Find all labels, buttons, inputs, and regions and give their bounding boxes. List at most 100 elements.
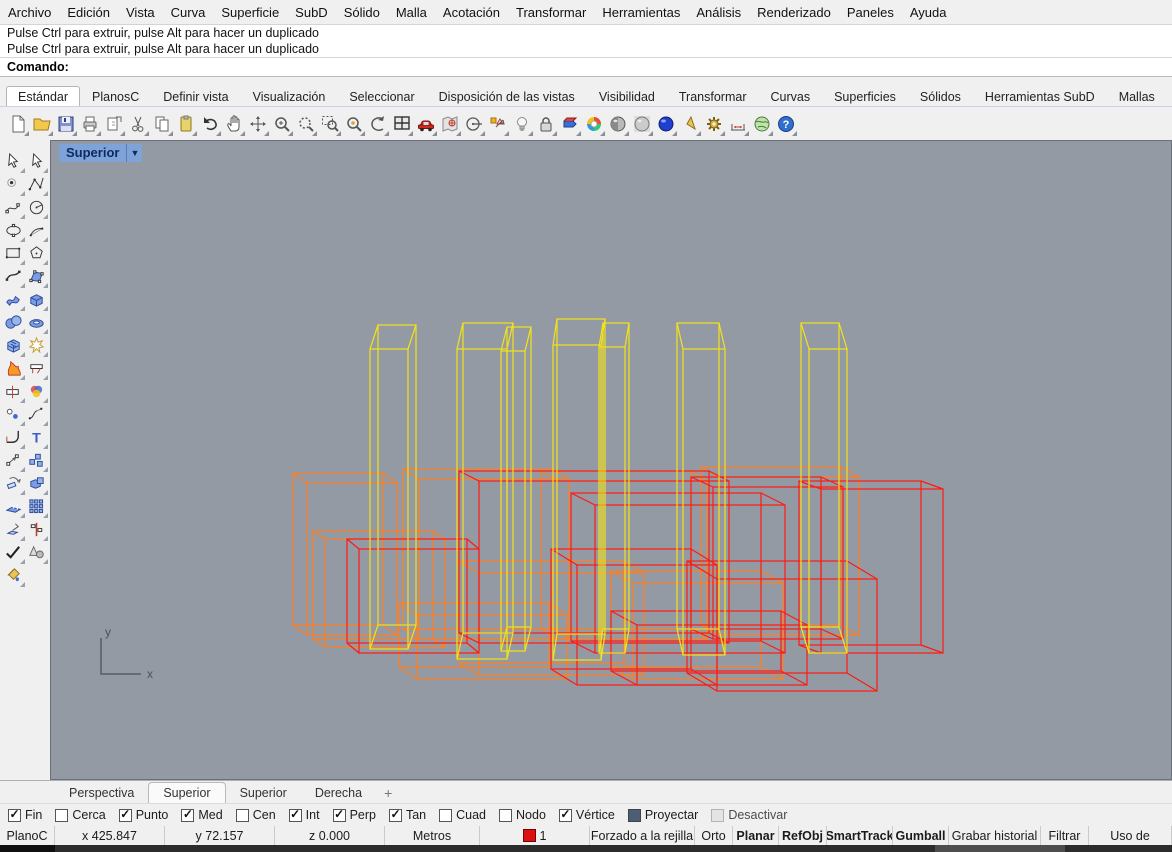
handle-curve-icon[interactable] — [2, 265, 25, 288]
osnap-desactivar[interactable]: Desactivar — [711, 808, 787, 822]
boolean-union-icon[interactable] — [25, 472, 48, 495]
bucket-icon[interactable] — [2, 564, 25, 587]
osnap-vertice[interactable]: Vértice — [558, 807, 615, 822]
zoom-selected-icon[interactable] — [342, 111, 366, 137]
command-prompt[interactable]: Comando: — [0, 58, 1172, 77]
color-wheel-icon[interactable] — [582, 111, 606, 137]
menu-solido[interactable]: Sólido — [336, 2, 388, 23]
osnap-nodo[interactable]: Nodo — [499, 808, 546, 822]
checkbox-icon[interactable] — [8, 807, 21, 822]
earth-icon[interactable] — [750, 111, 774, 137]
select-arrow-alt-icon[interactable] — [25, 150, 48, 173]
osnap-med[interactable]: Med — [181, 807, 223, 822]
tab-so-lidos[interactable]: Sólidos — [908, 86, 973, 106]
status-pane-1[interactable]: 1 — [480, 826, 590, 845]
status-pane-uso-de[interactable]: Uso de — [1089, 826, 1172, 845]
menu-malla[interactable]: Malla — [388, 2, 435, 23]
tab-herramientas-subd[interactable]: Herramientas SubD — [973, 86, 1107, 106]
curve-icon[interactable] — [2, 196, 25, 219]
distribute-tool-icon[interactable] — [25, 518, 48, 541]
srf-points-icon[interactable] — [25, 265, 48, 288]
tab-esta-ndar[interactable]: Estándar — [6, 86, 81, 106]
move-objects-icon[interactable] — [486, 111, 510, 137]
new-file-icon[interactable] — [6, 111, 30, 137]
blend-curve-icon[interactable] — [25, 403, 48, 426]
check-tool-icon[interactable] — [2, 541, 25, 564]
menu-subd[interactable]: SubD — [287, 2, 336, 23]
cut-icon[interactable] — [126, 111, 150, 137]
extrude-srf-icon[interactable] — [2, 495, 25, 518]
spheres-icon[interactable] — [2, 311, 25, 334]
checkbox-icon[interactable] — [118, 807, 132, 822]
fillet-curve-icon[interactable] — [2, 426, 25, 449]
tab-planosc[interactable]: PlanosC — [80, 86, 151, 106]
wireframe-box[interactable] — [458, 470, 730, 644]
pan-hand-icon[interactable] — [222, 111, 246, 137]
flame-icon[interactable] — [2, 357, 25, 380]
point-icon[interactable] — [2, 173, 25, 196]
dot-pair-icon[interactable] — [2, 403, 25, 426]
menu-renderizado[interactable]: Renderizado — [749, 2, 839, 23]
menu-transformar[interactable]: Transformar — [508, 2, 594, 23]
wireframe-box[interactable] — [398, 602, 568, 680]
status-pane-forzado-a-la-rejilla[interactable]: Forzado a la rejilla — [590, 826, 695, 845]
text-tool-icon[interactable]: T — [25, 426, 48, 449]
menu-ayuda[interactable]: Ayuda — [902, 2, 955, 23]
viewport-tab-perspectiva[interactable]: Perspectiva — [55, 783, 148, 803]
osnap-perp[interactable]: Perp — [332, 807, 376, 822]
checkbox-icon[interactable] — [181, 807, 195, 822]
osnap-punto[interactable]: Punto — [118, 807, 168, 822]
map-icon[interactable] — [438, 111, 462, 137]
checkbox-icon[interactable] — [711, 808, 725, 822]
patch-surface-icon[interactable] — [2, 288, 25, 311]
osnap-fin[interactable]: Fin — [8, 807, 42, 822]
wireframe-box[interactable] — [552, 318, 606, 661]
zoom-back-icon[interactable] — [366, 111, 390, 137]
move-points-icon[interactable] — [2, 449, 25, 472]
viewport-layout-icon[interactable] — [390, 111, 414, 137]
print-icon[interactable] — [78, 111, 102, 137]
menu-paneles[interactable]: Paneles — [839, 2, 902, 23]
menu-superficie[interactable]: Superficie — [213, 2, 287, 23]
rotate-tool-icon[interactable] — [2, 472, 25, 495]
paste-icon[interactable] — [174, 111, 198, 137]
copy-page-icon[interactable] — [102, 111, 126, 137]
osnap-int[interactable]: Int — [288, 807, 320, 822]
lamp-icon[interactable] — [510, 111, 534, 137]
zoom-in-icon[interactable] — [270, 111, 294, 137]
help-icon[interactable]: ? — [774, 111, 798, 137]
save-icon[interactable] — [54, 111, 78, 137]
circle-icon[interactable] — [25, 196, 48, 219]
add-viewport-tab-icon[interactable]: + — [376, 783, 400, 803]
shade-sphere-icon[interactable] — [606, 111, 630, 137]
checkbox-icon[interactable] — [558, 807, 572, 822]
tab-disposicio-n-de-las-vistas[interactable]: Disposición de las vistas — [427, 86, 587, 106]
rectangle-icon[interactable] — [2, 242, 25, 265]
layers-icon[interactable] — [558, 111, 582, 137]
wireframe-box[interactable] — [598, 322, 630, 654]
tab-visibilidad[interactable]: Visibilidad — [587, 86, 667, 106]
render-tools-icon[interactable] — [678, 111, 702, 137]
checkbox-icon[interactable] — [627, 808, 641, 822]
dimension-icon[interactable] — [726, 111, 750, 137]
viewport-superior[interactable]: Superior ▼ y x — [50, 140, 1172, 780]
trim-tool-icon[interactable] — [25, 357, 48, 380]
viewport-title-label[interactable]: Superior — [59, 144, 127, 162]
wireframe-box[interactable] — [402, 468, 570, 640]
select-arrow-icon[interactable] — [2, 150, 25, 173]
checkbox-icon[interactable] — [439, 808, 453, 822]
layer-color-swatch[interactable] — [522, 829, 536, 842]
tab-curvas[interactable]: Curvas — [758, 86, 822, 106]
split-tool-icon[interactable] — [2, 380, 25, 403]
osnap-cerca[interactable]: Cerca — [55, 808, 106, 822]
undo-icon[interactable] — [198, 111, 222, 137]
osnap-tan[interactable]: Tan — [388, 807, 426, 822]
ghosted-sphere-icon[interactable] — [630, 111, 654, 137]
viewport-tab-derecha[interactable]: Derecha — [301, 783, 376, 803]
wireframe-box[interactable] — [369, 324, 417, 650]
copy-icon[interactable] — [150, 111, 174, 137]
tab-seleccionar[interactable]: Seleccionar — [337, 86, 426, 106]
menu-acotacion[interactable]: Acotación — [435, 2, 508, 23]
box-solid-icon[interactable] — [25, 288, 48, 311]
viewport-tab-superior[interactable]: Superior — [148, 782, 226, 803]
